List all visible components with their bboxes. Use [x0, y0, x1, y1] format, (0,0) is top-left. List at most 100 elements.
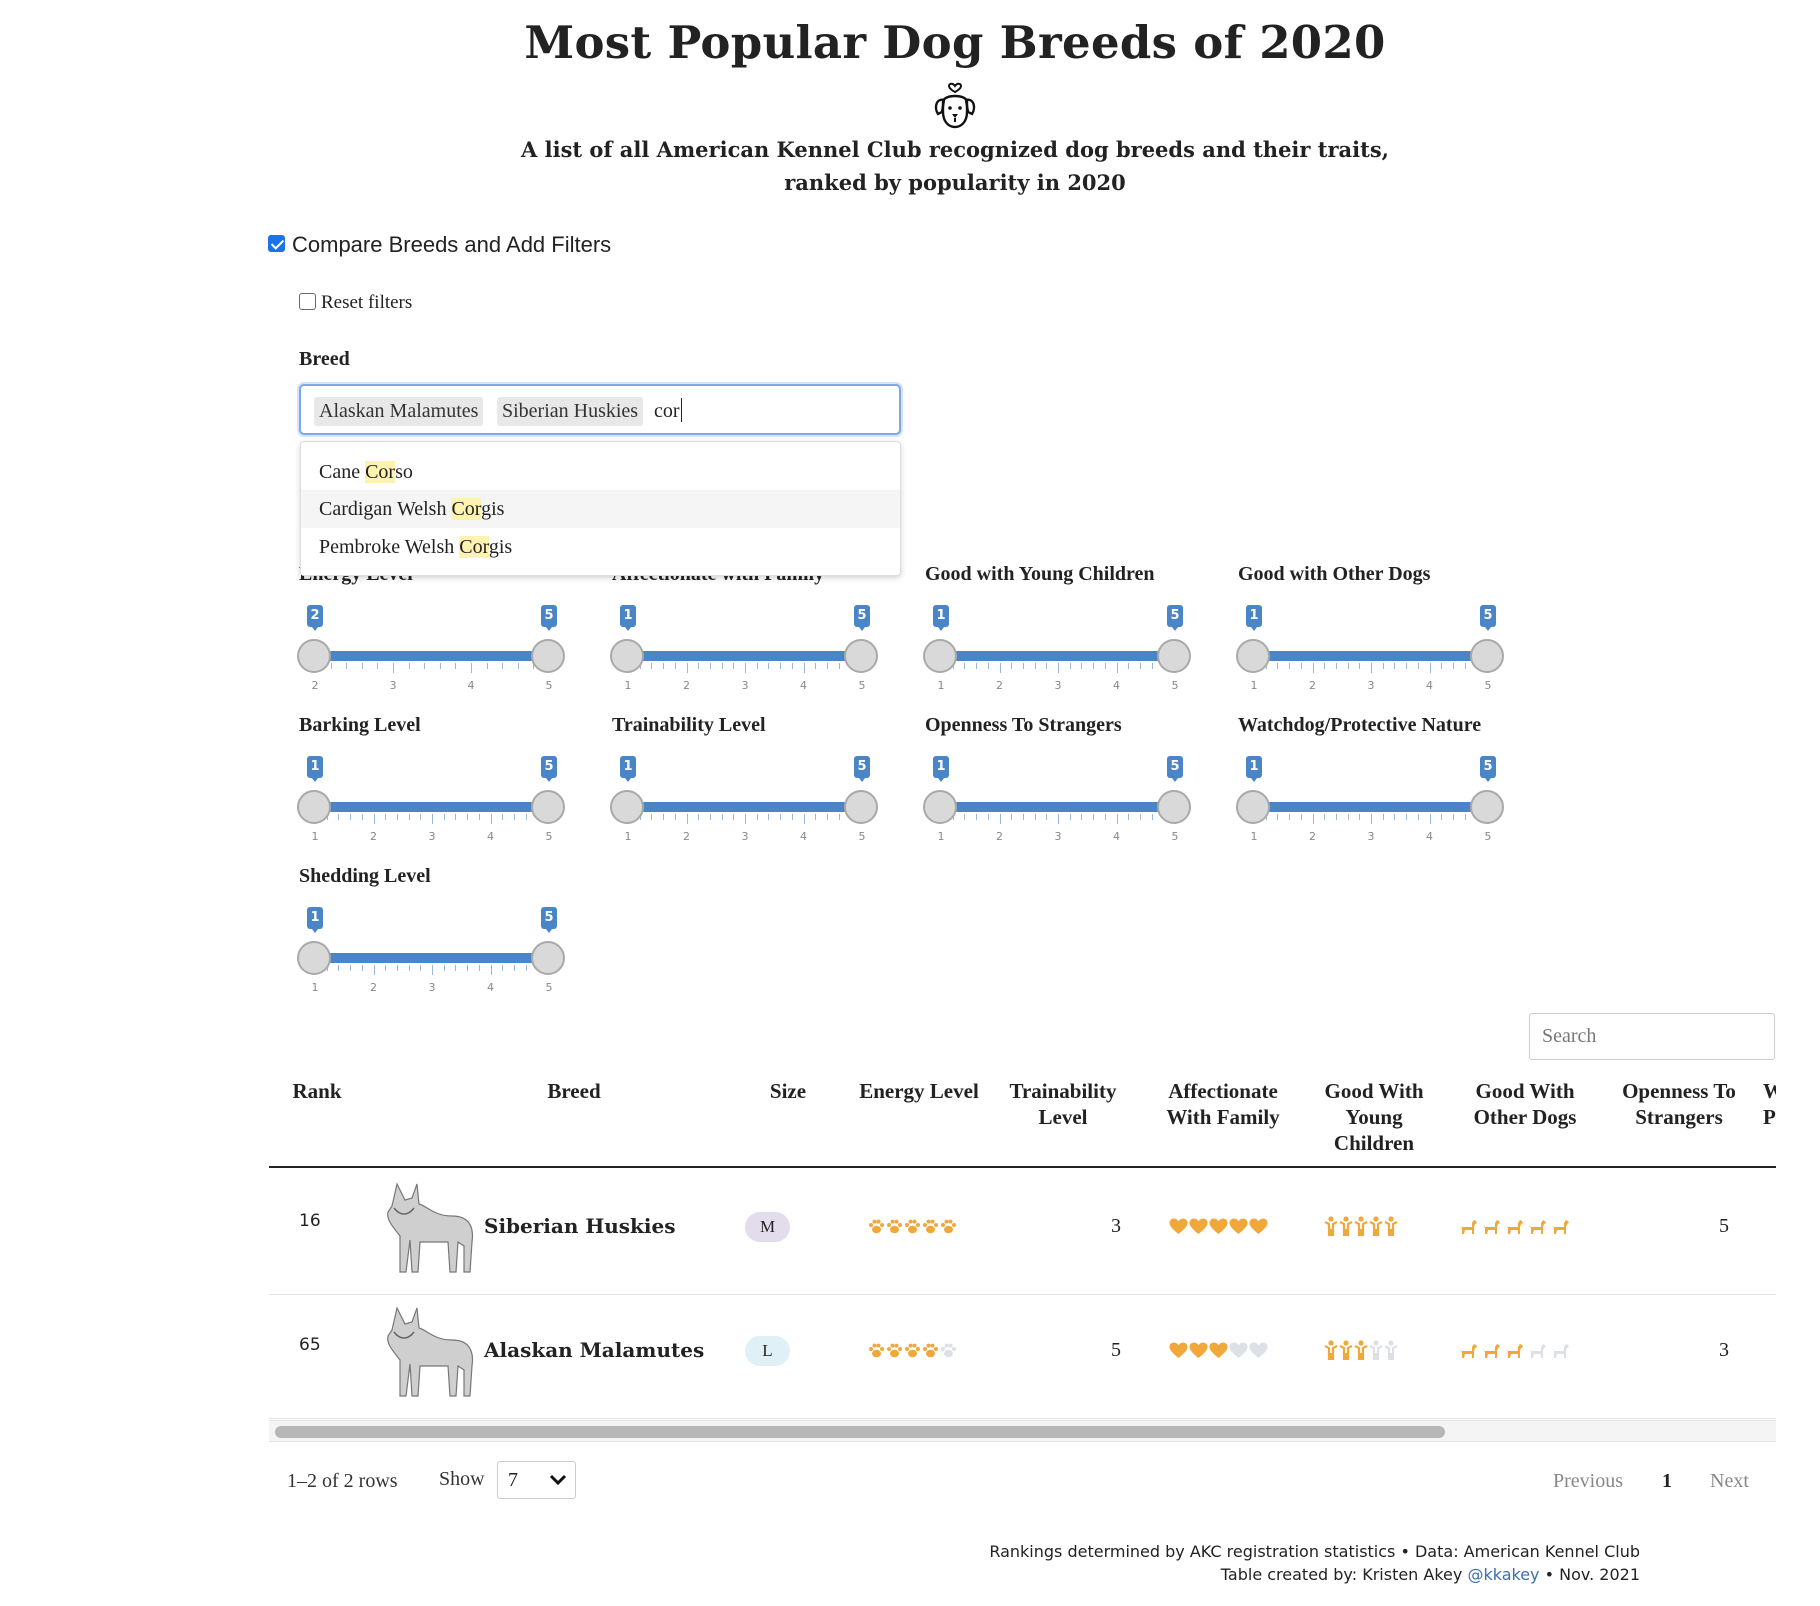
col-header-openness[interactable]: Openness To Strangers [1599, 1078, 1759, 1130]
range-slider[interactable]: 1 2 3 4 5 1 5 [923, 742, 1191, 843]
trainability-cell: 3 [1111, 1215, 1121, 1237]
slider-tick [1335, 663, 1337, 669]
heart-icon [1229, 1342, 1248, 1363]
slider-min-handle[interactable] [297, 790, 331, 824]
slider-tick-label: 5 [545, 679, 553, 692]
previous-page-button[interactable]: Previous [1553, 1470, 1623, 1493]
slider-min-handle[interactable] [297, 941, 331, 975]
slider-min-handle[interactable] [923, 790, 957, 824]
slider-min-handle[interactable] [610, 790, 644, 824]
slider-track[interactable] [1254, 802, 1488, 812]
slider-max-handle[interactable] [531, 941, 565, 975]
slider-value-bubble: 5 [541, 907, 557, 933]
col-header-other-dogs[interactable]: Good With Other Dogs [1450, 1078, 1600, 1130]
range-slider[interactable]: 1 2 3 4 5 1 5 [297, 742, 565, 843]
compare-breeds-label[interactable]: Compare Breeds and Add Filters [292, 232, 611, 258]
slider-track[interactable] [941, 802, 1175, 812]
slider-tick [768, 663, 770, 669]
col-header-size[interactable]: Size [753, 1078, 823, 1104]
col-header-breed[interactable]: Breed [499, 1078, 649, 1104]
scrollbar-thumb[interactable] [275, 1426, 1445, 1438]
reset-filters-checkbox[interactable] [299, 293, 316, 310]
col-header-energy[interactable]: Energy Level [844, 1078, 994, 1104]
dog-icon [1482, 1342, 1501, 1363]
slider-track[interactable] [1254, 651, 1488, 661]
page-size-select[interactable]: 7 [497, 1461, 576, 1499]
col-header-trainability[interactable]: Trainability Level [998, 1078, 1128, 1130]
range-slider[interactable]: 1 2 3 4 5 1 5 [297, 893, 565, 994]
slider-max-handle[interactable] [1470, 639, 1504, 673]
slider-track[interactable] [628, 802, 862, 812]
slider-tick [346, 663, 348, 669]
dog-icon [1551, 1218, 1570, 1239]
option-match: Cor [451, 498, 482, 520]
slider-tick [1417, 814, 1419, 820]
breed-tag[interactable]: Siberian Huskies [497, 397, 644, 426]
slider-tick-label: 2 [1309, 679, 1316, 692]
slider-tick [686, 663, 688, 673]
range-slider[interactable]: 1 2 3 4 5 1 5 [610, 591, 878, 692]
slider-min-handle[interactable] [923, 639, 957, 673]
slider-tick [1151, 814, 1153, 820]
author-link[interactable]: @kkakey [1467, 1565, 1539, 1584]
slider-min-handle[interactable] [1236, 639, 1270, 673]
slider-min-handle[interactable] [297, 639, 331, 673]
slider-min-handle[interactable] [1236, 790, 1270, 824]
slider-tick [330, 663, 332, 669]
slider-tick [350, 965, 352, 971]
slider-tick [663, 663, 665, 669]
col-header-watchdog[interactable]: W P [1763, 1078, 1776, 1130]
slider-max-handle[interactable] [844, 790, 878, 824]
col-header-children[interactable]: Good With Young Children [1299, 1078, 1449, 1156]
footer-credit: Table created by: Kristen Akey @kkakey •… [900, 1565, 1640, 1584]
slider-tick [987, 663, 989, 669]
slider-track[interactable] [315, 802, 549, 812]
page-1-button[interactable]: 1 [1662, 1470, 1672, 1493]
slider-track[interactable] [941, 651, 1175, 661]
breed-filter-label: Breed [299, 348, 350, 370]
slider-track[interactable] [315, 953, 549, 963]
slider-tick [745, 663, 746, 673]
col-header-affectionate[interactable]: Affectionate With Family [1148, 1078, 1298, 1130]
slider-track[interactable] [315, 651, 549, 661]
next-page-button[interactable]: Next [1710, 1470, 1749, 1493]
breed-select-input[interactable]: Alaskan Malamutes Siberian Huskies cor [299, 384, 901, 435]
slider-tick [709, 814, 711, 820]
dropdown-option-pembroke-welsh-corgis[interactable]: Pembroke Welsh Corgis [301, 528, 900, 566]
slider-tick-label: 4 [800, 679, 807, 692]
subtitle-line-1: A list of all American Kennel Club recog… [521, 137, 1389, 162]
slider-max-handle[interactable] [531, 790, 565, 824]
compare-breeds-checkbox[interactable] [268, 235, 285, 252]
slider-max-handle[interactable] [531, 639, 565, 673]
slider-value-bubble: 1 [1246, 756, 1262, 782]
dropdown-option-cardigan-welsh-corgis[interactable]: Cardigan Welsh Corgis [301, 490, 900, 528]
slider-track[interactable] [628, 651, 862, 661]
slider-tick [745, 814, 746, 824]
dropdown-option-cane-corso[interactable]: Cane Corso [301, 453, 900, 491]
reset-filters-label[interactable]: Reset filters [321, 292, 412, 314]
slider-max-handle[interactable] [1157, 639, 1191, 673]
slider-max-handle[interactable] [844, 639, 878, 673]
slider-tick [1394, 663, 1396, 669]
slider-max-handle[interactable] [1470, 790, 1504, 824]
range-slider[interactable]: 1 2 3 4 5 1 5 [610, 742, 878, 843]
slider-tick-label: 3 [1054, 830, 1062, 843]
range-slider[interactable]: 2 3 4 5 2 5 [297, 591, 565, 692]
table-search-input[interactable]: Search [1529, 1013, 1775, 1060]
slider-min-handle[interactable] [610, 639, 644, 673]
slider-tick [1034, 663, 1036, 669]
slider-max-handle[interactable] [1157, 790, 1191, 824]
breed-tag[interactable]: Alaskan Malamutes [314, 397, 484, 426]
horizontal-scrollbar[interactable] [269, 1420, 1776, 1442]
slider-tick [1011, 663, 1013, 669]
slider-tick-label: 3 [1367, 830, 1375, 843]
col-header-rank[interactable]: Rank [287, 1078, 347, 1104]
slider-tick [815, 814, 817, 820]
slider-tick [780, 814, 782, 820]
slider-tick [467, 965, 469, 971]
range-slider[interactable]: 1 2 3 4 5 1 5 [1236, 742, 1504, 843]
slider-ticks [315, 965, 551, 975]
heart-rating [1169, 1342, 1268, 1363]
range-slider[interactable]: 1 2 3 4 5 1 5 [1236, 591, 1504, 692]
range-slider[interactable]: 1 2 3 4 5 1 5 [923, 591, 1191, 692]
